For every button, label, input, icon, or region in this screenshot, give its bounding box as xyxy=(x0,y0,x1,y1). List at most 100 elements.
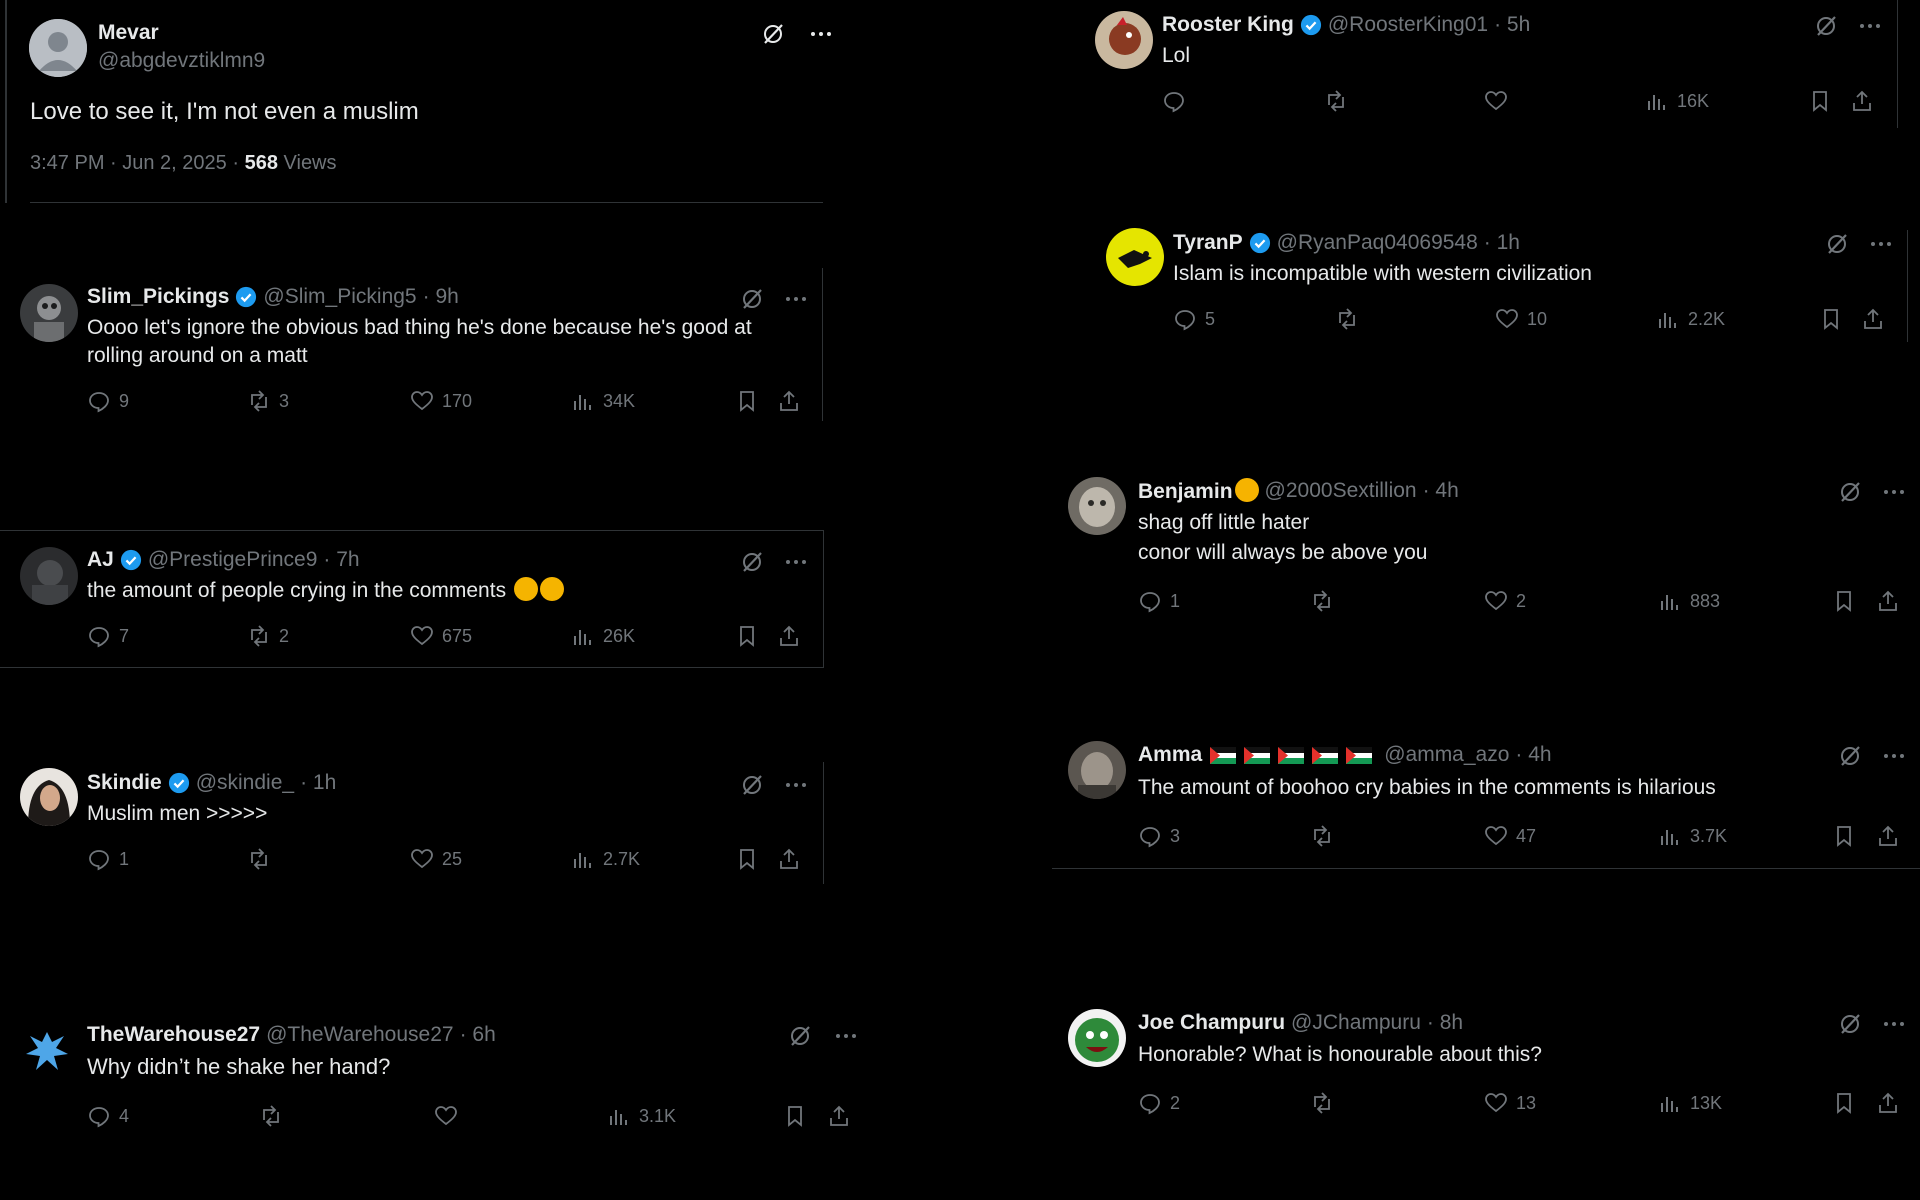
like-button[interactable]: 2 xyxy=(1484,587,1526,615)
like-button[interactable]: 13 xyxy=(1484,1089,1536,1117)
author-handle[interactable]: @RoosterKing01 xyxy=(1328,13,1488,37)
share-button[interactable] xyxy=(777,387,801,415)
grok-icon[interactable] xyxy=(740,773,764,797)
author-name[interactable]: Slim_Pickings xyxy=(87,285,229,309)
author-name[interactable]: Benjamin xyxy=(1138,478,1259,504)
more-icon[interactable] xyxy=(784,773,808,797)
avatar[interactable] xyxy=(20,547,78,605)
author-name[interactable]: Skindie xyxy=(87,771,162,795)
bookmark-button[interactable] xyxy=(1819,305,1843,333)
author-handle[interactable]: @amma_azo xyxy=(1384,743,1509,767)
more-icon[interactable] xyxy=(834,1024,858,1048)
reply-button[interactable]: 2 xyxy=(1138,1089,1180,1117)
reply-button[interactable] xyxy=(1162,87,1194,115)
more-icon[interactable] xyxy=(784,550,808,574)
author-handle[interactable]: @RyanPaq04069548 xyxy=(1277,231,1478,255)
more-icon[interactable] xyxy=(1882,1012,1906,1036)
author-name[interactable]: TheWarehouse27 xyxy=(87,1023,260,1047)
share-button[interactable] xyxy=(1876,587,1900,615)
share-button[interactable] xyxy=(1850,87,1874,115)
views-button[interactable]: 26K xyxy=(571,622,635,650)
repost-button[interactable] xyxy=(1310,1089,1342,1117)
grok-icon[interactable] xyxy=(1825,232,1849,256)
grok-icon[interactable] xyxy=(788,1024,812,1048)
more-icon[interactable] xyxy=(1869,232,1893,256)
like-button[interactable] xyxy=(434,1102,466,1130)
post-time[interactable]: · 7h xyxy=(323,548,359,572)
reply-button[interactable]: 9 xyxy=(87,387,129,415)
grok-icon[interactable] xyxy=(1838,744,1862,768)
avatar[interactable] xyxy=(1068,741,1126,799)
repost-button[interactable] xyxy=(259,1102,291,1130)
post-time[interactable]: · 5h xyxy=(1494,13,1530,37)
author-handle[interactable]: @Slim_Picking5 xyxy=(263,285,416,309)
views-button[interactable]: 16K xyxy=(1645,87,1709,115)
repost-button[interactable] xyxy=(1310,587,1342,615)
post-time[interactable]: · 8h xyxy=(1427,1011,1463,1035)
post-timestamp[interactable]: 3:47 PM · Jun 2, 2025 · xyxy=(30,152,239,174)
like-button[interactable]: 10 xyxy=(1495,305,1547,333)
author-name[interactable]: TyranP xyxy=(1173,231,1243,255)
more-icon[interactable] xyxy=(1882,744,1906,768)
views-button[interactable]: 3.7K xyxy=(1658,822,1727,850)
author-handle[interactable]: @PrestigePrince9 xyxy=(148,548,318,572)
bookmark-button[interactable] xyxy=(1832,822,1856,850)
views-button[interactable]: 2.7K xyxy=(571,845,640,873)
post-time[interactable]: · 9h xyxy=(423,285,459,309)
reply-button[interactable]: 4 xyxy=(87,1102,129,1130)
grok-icon[interactable] xyxy=(1838,1012,1862,1036)
reply-button[interactable]: 1 xyxy=(1138,587,1180,615)
share-button[interactable] xyxy=(1861,305,1885,333)
post-time[interactable]: · 1h xyxy=(1484,231,1520,255)
grok-icon[interactable] xyxy=(1838,480,1862,504)
author-name[interactable]: Amma xyxy=(1138,743,1202,767)
views-button[interactable]: 34K xyxy=(571,387,635,415)
like-button[interactable]: 47 xyxy=(1484,822,1536,850)
views-button[interactable]: 883 xyxy=(1658,587,1720,615)
author-name[interactable]: Rooster King xyxy=(1162,13,1294,37)
views-button[interactable]: 2.2K xyxy=(1656,305,1725,333)
views-button[interactable]: 3.1K xyxy=(607,1102,676,1130)
reply-button[interactable]: 1 xyxy=(87,845,129,873)
bookmark-button[interactable] xyxy=(1832,587,1856,615)
like-button[interactable] xyxy=(1484,87,1516,115)
post-time[interactable]: · 4h xyxy=(1423,479,1459,503)
share-button[interactable] xyxy=(1876,1089,1900,1117)
avatar[interactable] xyxy=(1106,228,1164,286)
like-button[interactable]: 675 xyxy=(410,622,472,650)
repost-button[interactable] xyxy=(1335,305,1367,333)
author-handle[interactable]: @abgdevztiklmn9 xyxy=(98,49,265,73)
views-button[interactable]: 13K xyxy=(1658,1089,1722,1117)
reply-button[interactable]: 7 xyxy=(87,622,129,650)
author-handle[interactable]: @TheWarehouse27 xyxy=(266,1023,453,1047)
repost-button[interactable]: 3 xyxy=(247,387,289,415)
more-icon[interactable] xyxy=(1858,14,1882,38)
avatar[interactable] xyxy=(29,19,87,77)
author-name[interactable]: Joe Champuru xyxy=(1138,1011,1285,1035)
more-icon[interactable] xyxy=(784,287,808,311)
bookmark-button[interactable] xyxy=(783,1102,807,1130)
share-button[interactable] xyxy=(1876,822,1900,850)
bookmark-button[interactable] xyxy=(1832,1089,1856,1117)
bookmark-button[interactable] xyxy=(735,622,759,650)
repost-button[interactable] xyxy=(1310,822,1342,850)
post-time[interactable]: · 4h xyxy=(1515,743,1551,767)
avatar[interactable] xyxy=(1068,1009,1126,1067)
repost-button[interactable] xyxy=(247,845,279,873)
reply-button[interactable]: 5 xyxy=(1173,305,1215,333)
post-time[interactable]: · 1h xyxy=(300,771,336,795)
repost-button[interactable] xyxy=(1324,87,1356,115)
avatar[interactable] xyxy=(1095,11,1153,69)
author-handle[interactable]: @skindie_ xyxy=(196,771,294,795)
author-name[interactable]: AJ xyxy=(87,548,114,572)
grok-icon[interactable] xyxy=(761,22,785,46)
like-button[interactable]: 170 xyxy=(410,387,472,415)
bookmark-button[interactable] xyxy=(735,845,759,873)
share-button[interactable] xyxy=(777,622,801,650)
avatar[interactable] xyxy=(18,1022,76,1080)
avatar[interactable] xyxy=(20,768,78,826)
author-name[interactable]: Mevar xyxy=(98,21,159,45)
grok-icon[interactable] xyxy=(740,550,764,574)
reply-button[interactable]: 3 xyxy=(1138,822,1180,850)
post-time[interactable]: · 6h xyxy=(460,1023,496,1047)
